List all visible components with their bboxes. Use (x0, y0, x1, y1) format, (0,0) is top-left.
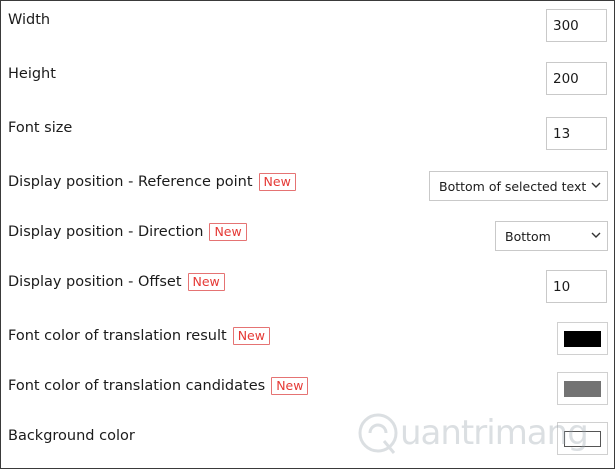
height-input[interactable] (546, 62, 607, 95)
reference-point-selected: Bottom of selected text (439, 178, 587, 194)
offset-text: Display position - Offset (8, 274, 182, 290)
height-label: Height (8, 66, 56, 82)
new-badge: New (209, 223, 247, 241)
direction-label: Display position - Direction New (8, 223, 247, 241)
reference-point-select[interactable]: Bottom of selected text (429, 171, 608, 201)
direction-select[interactable]: Bottom (495, 221, 608, 251)
new-badge: New (232, 327, 270, 345)
reference-point-text: Display position - Reference point (8, 174, 253, 190)
font-size-label: Font size (8, 120, 73, 136)
new-badge: New (187, 273, 225, 291)
candidates-color-picker[interactable] (557, 372, 608, 405)
background-color-picker[interactable] (557, 422, 608, 455)
offset-label: Display position - Offset New (8, 273, 225, 291)
result-color-text: Font color of translation result (8, 328, 227, 344)
chevron-down-icon (591, 182, 601, 188)
background-color-swatch (564, 431, 601, 447)
offset-input[interactable] (546, 270, 607, 303)
candidates-color-swatch (564, 381, 601, 397)
result-color-label: Font color of translation result New (8, 327, 270, 345)
direction-text: Display position - Direction (8, 224, 204, 240)
reference-point-label: Display position - Reference point New (8, 173, 296, 191)
font-size-input[interactable] (546, 117, 607, 150)
direction-selected: Bottom (505, 228, 551, 244)
new-badge: New (258, 173, 296, 191)
background-color-label: Background color (8, 428, 135, 444)
new-badge: New (271, 377, 309, 395)
candidates-color-label: Font color of translation candidates New (8, 377, 309, 395)
width-input[interactable] (546, 9, 607, 42)
chevron-down-icon (591, 232, 601, 238)
result-color-picker[interactable] (557, 322, 608, 355)
candidates-color-text: Font color of translation candidates (8, 378, 266, 394)
width-label: Width (8, 12, 51, 28)
result-color-swatch (564, 331, 601, 347)
